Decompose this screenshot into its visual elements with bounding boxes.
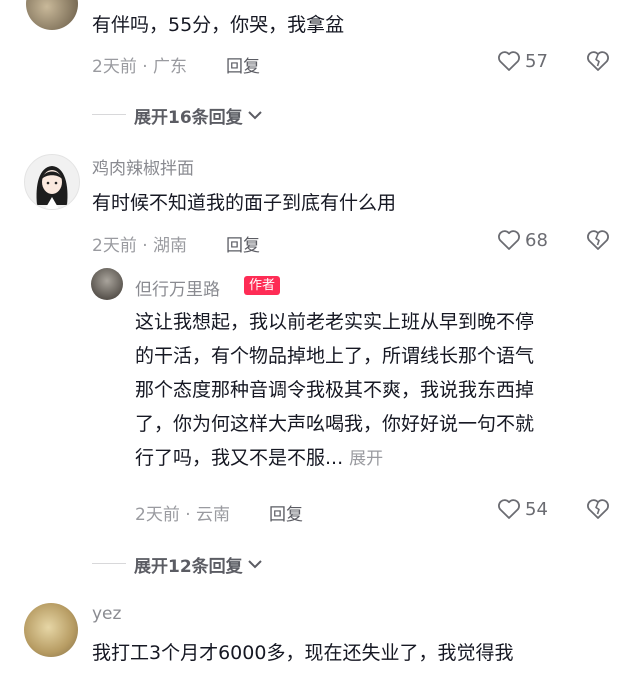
comment-time-location: 2天前 · 广东 <box>92 57 188 77</box>
expand-replies-button[interactable]: 展开12条回复 <box>134 552 263 577</box>
expand-text-button[interactable]: 展开 <box>349 449 383 469</box>
like-count: 57 <box>525 50 548 72</box>
reply-text: 这让我想起，我以前老老实实上班从早到晚不停 的干活，有个物品掉地上了，所谓线长那… <box>135 305 625 476</box>
comment-username[interactable]: yez <box>92 604 121 624</box>
avatar[interactable] <box>24 154 80 210</box>
like-count: 68 <box>525 229 548 251</box>
reply-text-line: 那个态度那种音调令我极其不爽，我说我东西掉 <box>135 379 535 401</box>
reply-button[interactable]: 回复 <box>269 500 303 525</box>
avatar[interactable] <box>24 603 78 657</box>
avatar[interactable] <box>26 0 78 30</box>
reply-button[interactable]: 回复 <box>226 231 260 256</box>
like-button[interactable]: 54 <box>497 498 548 520</box>
like-button[interactable]: 57 <box>497 50 548 72</box>
chevron-down-icon <box>247 106 263 125</box>
like-button[interactable]: 68 <box>497 229 548 251</box>
reply-username[interactable]: 但行万里路 <box>135 275 220 300</box>
author-tag: 作者 <box>244 276 281 295</box>
divider <box>92 563 126 564</box>
like-count: 54 <box>525 498 548 520</box>
comment-text: 有伴吗，55分，你哭，我拿盆 <box>92 14 345 36</box>
comment-time-location: 2天前 · 湖南 <box>92 236 188 256</box>
expand-replies-button[interactable]: 展开16条回复 <box>134 103 263 128</box>
dislike-icon[interactable] <box>586 229 610 251</box>
heart-icon <box>497 50 521 72</box>
comment-text: 有时候不知道我的面子到底有什么用 <box>92 192 397 214</box>
dislike-icon[interactable] <box>586 50 610 72</box>
comment-text: 我打工3个月才6000多，现在还失业了，我觉得我 <box>92 642 514 664</box>
expand-replies-label: 展开16条回复 <box>134 108 243 128</box>
reply-text-line: 这让我想起，我以前老老实实上班从早到晚不停 <box>135 311 535 333</box>
reply-text-line: 行了吗，我又不是不服... <box>135 447 344 469</box>
reply-text-line: 的干活，有个物品掉地上了，所谓线长那个语气 <box>135 345 535 367</box>
comment-username[interactable]: 鸡肉辣椒拌面 <box>92 154 194 179</box>
divider <box>92 114 126 115</box>
reply-button[interactable]: 回复 <box>226 52 260 77</box>
chevron-down-icon <box>247 555 263 574</box>
avatar[interactable] <box>91 268 123 300</box>
heart-icon <box>497 498 521 520</box>
expand-replies-label: 展开12条回复 <box>134 557 243 577</box>
reply-time-location: 2天前 · 云南 <box>135 505 231 525</box>
reply-text-line: 了，你为何这样大声吆喝我，你好好说一句不就 <box>135 413 535 435</box>
heart-icon <box>497 229 521 251</box>
dislike-icon[interactable] <box>586 498 610 520</box>
